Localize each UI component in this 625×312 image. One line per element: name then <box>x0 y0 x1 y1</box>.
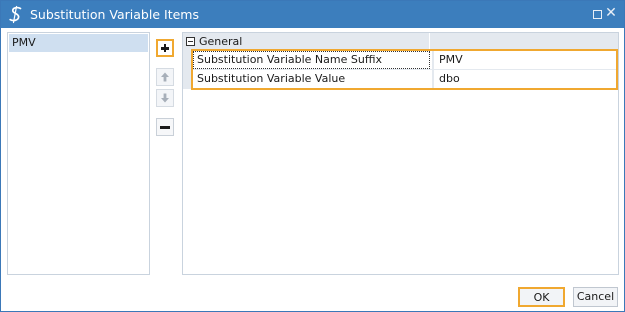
ok-button[interactable]: OK <box>518 287 565 307</box>
row-separator <box>432 51 434 69</box>
maximize-icon[interactable] <box>593 10 602 19</box>
remove-item-button[interactable] <box>156 118 174 136</box>
move-up-button[interactable] <box>156 68 174 86</box>
property-value-input[interactable]: PMV <box>436 51 616 69</box>
category-label: General <box>199 35 243 48</box>
items-list[interactable]: PMV <box>7 32 150 275</box>
collapse-icon[interactable] <box>186 37 195 46</box>
close-icon[interactable]: ✕ <box>604 5 618 21</box>
plus-icon-vertical <box>163 44 167 53</box>
title-bar[interactable]: Substitution Variable Items ✕ <box>1 1 624 28</box>
property-name: Substitution Variable Value <box>193 70 430 88</box>
dialog-window: Substitution Variable Items ✕ PMV Genera… <box>0 0 625 312</box>
script-s-icon <box>9 5 22 24</box>
property-name: Substitution Variable Name Suffix <box>193 51 430 69</box>
list-item-label: PMV <box>12 36 36 49</box>
add-item-button[interactable] <box>156 39 174 57</box>
property-row[interactable]: Substitution Variable Value dbo <box>193 70 616 88</box>
arrow-down-icon <box>161 93 169 103</box>
arrow-up-icon <box>161 72 169 82</box>
row-separator <box>432 70 434 88</box>
property-value-input[interactable]: dbo <box>436 70 616 88</box>
cancel-button[interactable]: Cancel <box>573 287 618 307</box>
list-item-pmv[interactable]: PMV <box>9 34 148 52</box>
minus-icon <box>160 125 170 129</box>
window-title: Substitution Variable Items <box>30 7 199 22</box>
move-down-button[interactable] <box>156 89 174 107</box>
property-row[interactable]: Substitution Variable Name Suffix PMV <box>193 51 616 69</box>
